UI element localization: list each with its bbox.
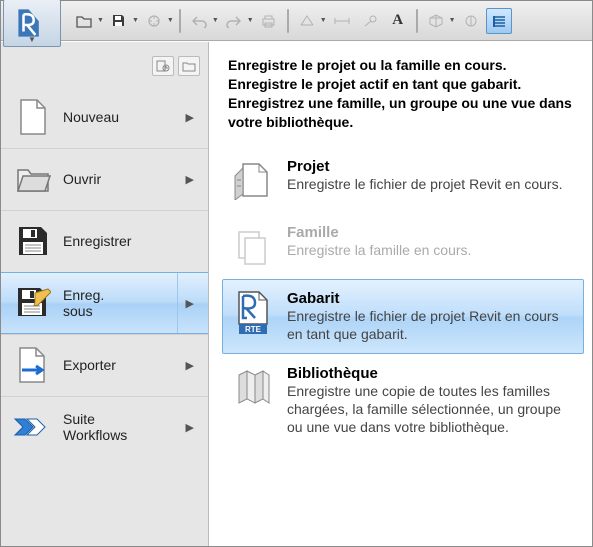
menu-label: Ouvrir [63,171,182,187]
submenu-arrow-icon: ▶ [182,173,198,186]
saveas-template[interactable]: RTE GabaritEnregistre le fichier de proj… [222,279,584,354]
redo-icon[interactable] [221,8,247,34]
application-menu-panel: Nouveau ▶ Ouvrir ▶ Enregistrer Enreg. so… [1,41,592,546]
project-file-icon [231,158,275,202]
open-folder-icon [13,159,53,199]
dropdown-caret-icon[interactable]: ▼ [132,17,139,24]
item-desc: Enregistre la famille en cours. [287,241,471,259]
item-title: Projet [287,158,562,175]
dropdown-caret-icon[interactable]: ▼ [320,17,327,24]
dropdown-caret-icon[interactable]: ▼ [167,17,174,24]
template-file-icon: RTE [231,290,275,334]
saveas-family: FamilleEnregistre la famille en cours. [222,213,584,279]
dropdown-caret-icon[interactable]: ▼ [212,17,219,24]
recent-docs-icon[interactable] [152,56,174,76]
submenu-arrow-icon: ▶ [182,421,198,434]
menu-right-column: Enregistre le projet ou la famille en co… [209,42,592,546]
menu-item-open[interactable]: Ouvrir ▶ [1,148,208,210]
item-desc: Enregistre le fichier de projet Revit en… [287,175,562,193]
dimension-icon[interactable] [329,8,355,34]
submenu-arrow-icon: ▶ [182,111,198,124]
family-file-icon [231,224,275,268]
print-icon[interactable] [256,8,282,34]
workflows-icon [13,407,53,447]
dropdown-caret-icon[interactable]: ▼ [449,17,456,24]
saveas-project[interactable]: ProjetEnregistre le fichier de projet Re… [222,147,584,213]
submenu-arrow-icon: ▶ [182,359,198,372]
menu-label: Suite Workflows [63,411,182,443]
submenu-list: ProjetEnregistre le fichier de projet Re… [210,143,592,546]
submenu-arrow-icon: ▶ [177,273,198,333]
sync-icon[interactable] [141,8,167,34]
qat-items: ▼ ▼ ▼ ▼ ▼ ▼ A ▼ [61,1,512,40]
menu-item-export[interactable]: Exporter ▶ [1,334,208,396]
open-icon[interactable] [71,8,97,34]
tag-icon[interactable] [357,8,383,34]
dropdown-caret-icon[interactable]: ▼ [97,17,104,24]
svg-text:RTE: RTE [245,325,262,334]
item-title: Bibliothèque [287,365,575,382]
menu-left-column: Nouveau ▶ Ouvrir ▶ Enregistrer Enreg. so… [1,42,209,546]
save-icon[interactable] [106,8,132,34]
menu-label: Enregistrer [63,233,198,249]
export-icon [13,345,53,385]
menu-item-suite-workflows[interactable]: Suite Workflows ▶ [1,396,208,458]
save-disk-icon [13,221,53,261]
menu-label: Exporter [63,357,182,373]
menu-item-new[interactable]: Nouveau ▶ [1,86,208,148]
application-menu-button[interactable]: ▼ [3,0,61,47]
text-icon[interactable]: A [385,8,411,34]
section-icon[interactable] [458,8,484,34]
menu-label: Nouveau [63,109,182,125]
recent-doc-tools [1,52,208,80]
save-as-icon [13,283,53,323]
separator [416,9,418,33]
undo-icon[interactable] [186,8,212,34]
saveas-library[interactable]: BibliothèqueEnregistre une copie de tout… [222,354,584,448]
separator [287,9,289,33]
dropdown-caret-icon[interactable]: ▼ [247,17,254,24]
menu-label: Enreg. sous [63,287,177,319]
thin-lines-icon[interactable] [486,8,512,34]
open-docs-icon[interactable] [178,56,200,76]
item-desc: Enregistre une copie de toutes les famil… [287,382,575,437]
item-title: Famille [287,224,471,241]
3d-view-icon[interactable] [423,8,449,34]
menu-item-save[interactable]: Enregistrer [1,210,208,272]
submenu-header: Enregistre le projet ou la famille en co… [210,42,592,143]
measure-icon[interactable] [294,8,320,34]
library-icon [231,365,275,409]
item-desc: Enregistre le fichier de projet Revit en… [287,307,575,343]
new-file-icon [13,97,53,137]
menu-item-save-as[interactable]: Enreg. sous ▶ [1,272,208,334]
separator [179,9,181,33]
app-window: ▼ ▼ ▼ ▼ ▼ ▼ ▼ A ▼ [0,0,593,547]
item-title: Gabarit [287,290,575,307]
quick-access-toolbar: ▼ ▼ ▼ ▼ ▼ ▼ ▼ A ▼ [1,1,592,41]
